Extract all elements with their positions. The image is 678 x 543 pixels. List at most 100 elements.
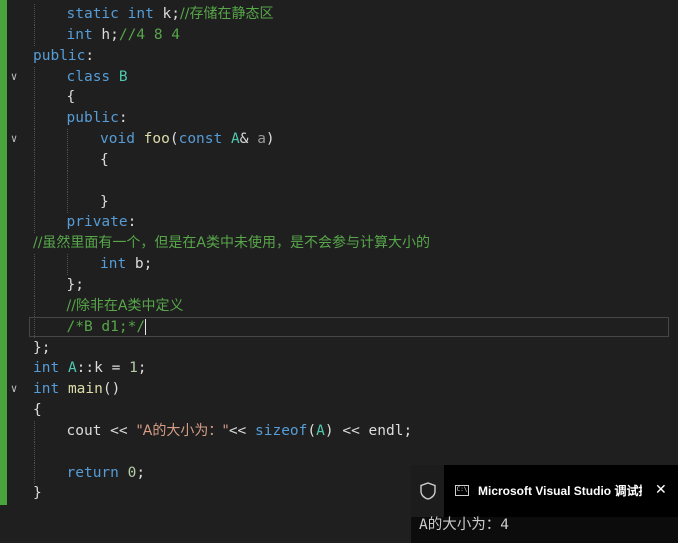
indent-guide xyxy=(33,24,35,46)
code-line[interactable]: }; xyxy=(33,338,430,359)
code-line-text: void foo(const A& a) xyxy=(100,131,275,147)
code-line[interactable]: int b; xyxy=(33,254,430,276)
indent-guide xyxy=(33,149,35,171)
code-token: k; xyxy=(153,6,181,22)
code-token: int xyxy=(33,381,60,398)
code-token: private xyxy=(66,214,128,231)
code-token: class xyxy=(66,68,111,85)
change-tracking-bar xyxy=(0,0,7,505)
code-line[interactable]: public: xyxy=(33,108,430,130)
code-line[interactable]: } xyxy=(33,483,430,504)
console-output: A的大小为：4 xyxy=(419,517,509,533)
fold-chevron-icon[interactable]: ∨ xyxy=(8,379,20,400)
code-line-text: } xyxy=(33,485,42,501)
code-line[interactable]: /*B d1;*/ xyxy=(29,316,669,338)
code-token: : xyxy=(85,47,95,64)
code-line-text: cout << "A的大小为："<< sizeof(A) << endl; xyxy=(67,423,413,439)
indent-guide xyxy=(33,441,35,463)
console-title: Microsoft Visual Studio 调试控制台 xyxy=(478,484,642,498)
code-token: int xyxy=(66,26,93,43)
code-token: h; xyxy=(92,26,119,43)
code-line[interactable]: cout << "A的大小为："<< sizeof(A) << endl; xyxy=(33,420,430,442)
code-line[interactable]: ∨ void foo(const A& a) xyxy=(11,129,430,151)
code-token: ; xyxy=(137,360,147,377)
code-token: int xyxy=(127,6,154,22)
code-line-text: int main() xyxy=(33,381,120,397)
code-line[interactable]: //除非在A类中定义 xyxy=(33,295,430,317)
code-token: } xyxy=(33,485,42,502)
console-close-icon[interactable]: ✕ xyxy=(655,482,667,498)
code-line-text: //虽然里面有一个，但是在A类中未使用，是不会参与计算大小的 xyxy=(33,235,430,251)
code-line[interactable]: return 0; xyxy=(33,462,430,484)
code-token: A xyxy=(230,131,240,148)
code-line[interactable]: //虽然里面有一个，但是在A类中未使用，是不会参与计算大小的 xyxy=(33,233,430,254)
code-line[interactable]: int h;//4 8 4 xyxy=(33,24,430,46)
code-token: const xyxy=(178,131,223,148)
indent-guide xyxy=(33,129,35,151)
indent-guide xyxy=(33,295,35,317)
code-token: A xyxy=(67,360,77,377)
code-token: main xyxy=(67,381,103,398)
code-line[interactable]: static int k;//存储在静态区 xyxy=(33,4,430,25)
fold-chevron-icon[interactable]: ∨ xyxy=(8,67,20,88)
code-token: : xyxy=(118,110,128,127)
code-token: foo xyxy=(143,131,170,148)
code-line[interactable]: { xyxy=(33,87,430,109)
code-line-text: public: xyxy=(67,110,128,126)
indent-guide xyxy=(67,149,68,171)
code-line[interactable] xyxy=(33,170,430,192)
code-line-text: int A::k = 1; xyxy=(33,360,147,376)
indent-guide xyxy=(33,212,35,234)
code-line[interactable]: { xyxy=(33,149,430,171)
code-token: ::k = xyxy=(76,360,130,377)
code-line[interactable]: int A::k = 1; xyxy=(33,358,430,379)
code-line-text: static int k;//存储在静态区 xyxy=(67,6,274,22)
code-token: static xyxy=(66,6,119,22)
code-editor[interactable]: static int k;//存储在静态区 int h;//4 8 4 public… xyxy=(0,0,678,543)
indent-guide xyxy=(33,4,35,25)
code-token: b; xyxy=(126,256,153,273)
code-token: cout xyxy=(66,422,102,439)
code-token: { xyxy=(66,89,76,106)
code-token: public xyxy=(33,47,86,64)
code-line[interactable]: } xyxy=(33,191,430,213)
indent-guide xyxy=(67,129,68,151)
indent-guide xyxy=(33,462,35,484)
code-token: } xyxy=(100,193,109,210)
code-token: int xyxy=(33,360,60,377)
code-line-text: int b; xyxy=(100,256,152,272)
code-line[interactable]: { xyxy=(33,400,430,421)
code-line-text: } xyxy=(100,194,109,210)
code-token: { xyxy=(33,402,42,419)
code-line[interactable]: ∨ class B xyxy=(11,66,430,88)
code-token: & xyxy=(239,131,258,148)
indent-guide xyxy=(33,66,35,88)
code-line-text: }; xyxy=(33,340,50,356)
code-line[interactable]: private: xyxy=(33,212,430,234)
indent-guide xyxy=(33,87,35,109)
fold-chevron-icon[interactable]: ∨ xyxy=(8,129,20,150)
code-line[interactable] xyxy=(33,441,430,463)
code-line[interactable]: ∨ int main() xyxy=(11,379,430,400)
debug-console-window[interactable]: C:\ Microsoft Visual Studio 调试控制台 ✕ A的大小… xyxy=(411,465,678,543)
console-tab[interactable]: C:\ Microsoft Visual Studio 调试控制台 ✕ xyxy=(444,465,678,517)
indent-guide xyxy=(33,274,35,296)
code-line-text: { xyxy=(100,152,109,168)
code-line-text: /*B d1;*/ xyxy=(66,318,147,335)
code-token: //除非在A类中定义 xyxy=(66,297,184,314)
code-token: { xyxy=(100,151,109,168)
code-line-text: return 0; xyxy=(67,465,146,481)
indent-guide xyxy=(33,420,35,442)
code-token: B xyxy=(118,68,128,85)
code-token: /*B d1;*/ xyxy=(66,318,146,335)
indent-guide xyxy=(33,108,35,130)
code-line[interactable]: public: xyxy=(33,46,430,67)
console-app-icon: C:\ xyxy=(455,485,469,496)
code-line[interactable]: }; xyxy=(33,274,430,296)
code-token: ; xyxy=(136,464,146,481)
code-area[interactable]: static int k;//存储在静态区 int h;//4 8 4 public… xyxy=(11,4,669,504)
